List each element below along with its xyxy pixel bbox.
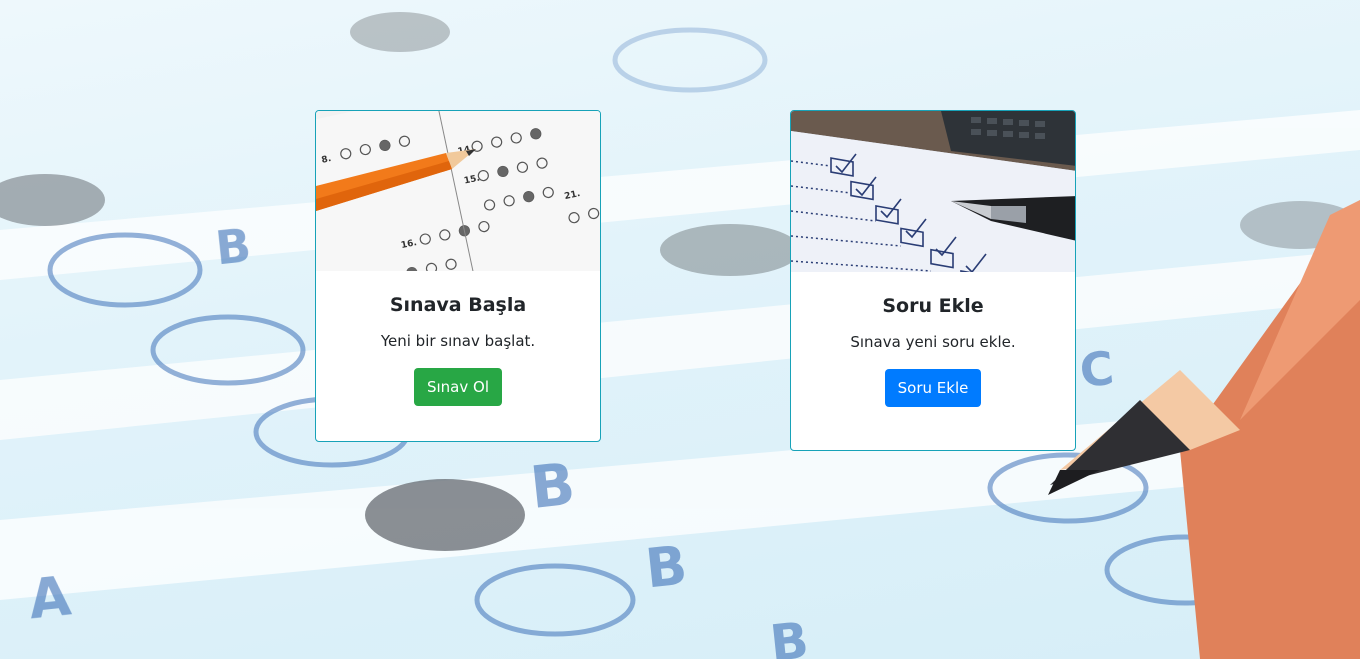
add-question-button[interactable]: Soru Ekle [884, 369, 982, 407]
svg-text:B: B [767, 611, 811, 659]
svg-text:8.: 8. [321, 154, 333, 166]
start-exam-button[interactable]: Sınav Ol [413, 368, 502, 406]
checklist-image [791, 111, 1075, 272]
answer-sheet-illustration: B B A B C C C B [0, 12, 1360, 659]
card-description: Yeni bir sınav başlat. [380, 332, 536, 350]
svg-text:A: A [26, 564, 74, 631]
card-start-exam: 8.9. 14.15. 16.17. 21. Sınava Başla Yeni… [315, 110, 601, 442]
card-title: Sınava Başla [389, 294, 527, 316]
answer-sheet-image: 8.9. 14.15. 16.17. 21. [316, 111, 600, 271]
svg-text:B: B [213, 218, 254, 275]
background-answer-sheet: B B A B C C C B [0, 0, 1360, 659]
card-add-question: Soru Ekle Sınava yeni soru ekle. Soru Ek… [790, 110, 1076, 451]
svg-text:B: B [643, 533, 691, 600]
svg-text:B: B [527, 450, 578, 522]
card-description: Sınava yeni soru ekle. [850, 333, 1016, 351]
card-title: Soru Ekle [882, 295, 984, 317]
svg-text:C: C [1077, 341, 1116, 398]
